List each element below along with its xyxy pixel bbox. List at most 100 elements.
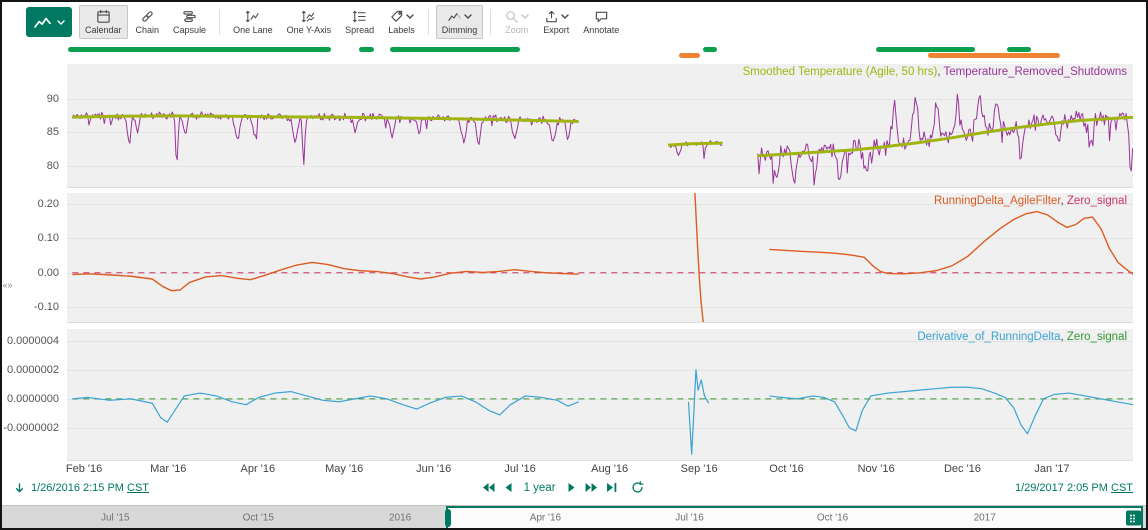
x-axis-label: Feb '16: [66, 463, 102, 475]
dimming-icon: [447, 9, 462, 24]
pan-forward-button[interactable]: [565, 482, 579, 493]
timeline-label: 2017: [974, 513, 996, 524]
timeline-label: Apr '16: [530, 513, 561, 524]
pan-back-button[interactable]: [501, 482, 515, 493]
y-axis-tick: 0.0000002: [7, 364, 59, 376]
legend-item[interactable]: Zero_signal: [1067, 331, 1127, 343]
toolbar-icon-row: [352, 9, 367, 24]
lane-derivative[interactable]: Derivative_of_RunningDelta, Zero_signal …: [67, 329, 1133, 461]
toolbar: Calendar Chain Capsule One Lane One Y-Axis Sp…: [2, 2, 1146, 42]
x-axis-label: Nov '16: [858, 463, 895, 475]
toolbar-button-label: Spread: [345, 25, 374, 35]
pan-back-full-button[interactable]: [480, 482, 497, 493]
green-condition-capsule-segment[interactable]: [703, 47, 717, 52]
toolbar-icon-row: [504, 9, 529, 24]
x-axis-label: Sep '16: [681, 463, 718, 475]
legend-item[interactable]: Smoothed Temperature (Agile, 50 hrs): [743, 66, 938, 78]
display-range-start[interactable]: 1/26/2016 2:15 PM CST: [31, 482, 149, 494]
toolbar-icon-row: [96, 9, 111, 24]
x-axis-label: Jun '16: [416, 463, 451, 475]
legend-item[interactable]: Derivative_of_RunningDelta: [917, 331, 1060, 343]
legend-item[interactable]: Temperature_Removed_Shutdowns: [944, 66, 1127, 78]
auto-update-button[interactable]: [629, 481, 646, 494]
green-condition-capsule-segment[interactable]: [68, 47, 331, 52]
go-to-end-button[interactable]: [604, 482, 620, 493]
lane-legend: Smoothed Temperature (Agile, 50 hrs), Te…: [743, 66, 1127, 78]
investigate-range-icon[interactable]: [14, 482, 25, 494]
duration-label[interactable]: 1 year: [524, 482, 556, 494]
timeline-scrubber[interactable]: Jul '15Oct '152016Apr '16Jul '16Oct '162…: [2, 505, 1146, 530]
display-range-end[interactable]: 1/29/2017 2:05 PM CST: [1015, 482, 1133, 494]
annotate-icon: [594, 9, 609, 24]
timeline-right-handle[interactable]: [1126, 511, 1141, 526]
x-axis-label: Aug '16: [591, 463, 628, 475]
one-lane-icon: [245, 9, 260, 24]
x-axis-labels: Feb '16Mar '16Apr '16May '16Jun '16Jul '…: [67, 463, 1133, 479]
x-axis-label: May '16: [325, 463, 363, 475]
lane-temperature[interactable]: Smoothed Temperature (Agile, 50 hrs), Te…: [67, 64, 1133, 188]
toolbar-button-export[interactable]: Export: [537, 5, 575, 39]
y-axis-tick: 0.20: [38, 198, 59, 210]
x-axis-label: Apr '16: [241, 463, 276, 475]
toolbar-icon-row: [182, 9, 197, 24]
toolbar-icon-row: [245, 9, 260, 24]
panel-collapse-handle[interactable]: «»: [2, 42, 13, 528]
toolbar-button-annotate[interactable]: Annotate: [577, 5, 625, 39]
toolbar-button-calendar[interactable]: Calendar: [79, 5, 128, 39]
lane-plot[interactable]: [67, 329, 1133, 460]
toolbar-separator: [490, 9, 491, 35]
toolbar-button-label: Chain: [136, 25, 160, 35]
toolbar-button-dimming[interactable]: Dimming: [436, 5, 484, 39]
toolbar-button-zoom: Zoom: [498, 5, 535, 39]
legend-item[interactable]: RunningDelta_AgileFilter: [934, 195, 1061, 207]
toolbar-icon-row: [389, 9, 414, 24]
x-axis-label: Dec '16: [944, 463, 981, 475]
toolbar-button-label: Capsule: [173, 25, 206, 35]
toolbar-button-capsule[interactable]: Capsule: [167, 5, 212, 39]
y-axis-tick: 0.0000004: [7, 335, 59, 347]
start-timestamp: 1/26/2016 2:15 PM: [31, 482, 124, 494]
green-condition-capsule-segment[interactable]: [359, 47, 374, 52]
green-condition-capsule-segment[interactable]: [876, 47, 975, 52]
end-timestamp: 1/29/2017 2:05 PM: [1015, 482, 1108, 494]
toolbar-icon-row: [301, 9, 316, 24]
toolbar-icon-row: [544, 9, 569, 24]
line-chart-icon: [33, 14, 53, 30]
toolbar-button-label: Export: [543, 25, 569, 35]
chart-body: «» Smoothed Temperature (Agile, 50 hrs),…: [2, 42, 1146, 528]
toolbar-button-one-lane[interactable]: One Lane: [227, 5, 279, 39]
orange-condition-capsule-segment[interactable]: [928, 53, 1060, 58]
timeline-label: Oct '15: [243, 513, 274, 524]
orange-condition-capsule-segment[interactable]: [679, 53, 700, 58]
end-timezone-link[interactable]: CST: [1111, 482, 1133, 494]
lane-running-delta[interactable]: RunningDelta_AgileFilter, Zero_signal 0.…: [67, 193, 1133, 323]
green-condition-capsule-segment[interactable]: [1007, 47, 1030, 52]
footer-bar: 1/26/2016 2:15 PM CST 1 year 1/29/2017 2…: [2, 482, 1146, 502]
y-axis-tick: 90: [47, 93, 59, 105]
capsule-row-orange: [67, 53, 1133, 58]
green-condition-capsule-segment[interactable]: [390, 47, 520, 52]
timeline-label: 2016: [389, 513, 411, 524]
lane-plot[interactable]: [67, 64, 1133, 187]
toolbar-icon-row: [594, 9, 609, 24]
y-axis-tick: 0.10: [38, 232, 59, 244]
capsule-icon: [182, 9, 197, 24]
y-axis-tick: 80: [47, 160, 59, 172]
lane-plot[interactable]: [67, 193, 1133, 322]
caret-down-icon: [57, 20, 65, 25]
toolbar-button-label: One Y-Axis: [287, 25, 332, 35]
toolbar-buttons: Calendar Chain Capsule One Lane One Y-Axis Sp…: [78, 2, 626, 42]
toolbar-separator: [219, 9, 220, 35]
chart-type-button[interactable]: [26, 7, 72, 37]
y-axis-tick: 0.00: [38, 267, 59, 279]
legend-item[interactable]: Zero_signal: [1067, 195, 1127, 207]
toolbar-button-spread[interactable]: Spread: [339, 5, 380, 39]
toolbar-button-label: Calendar: [85, 25, 122, 35]
timeline-left-handle[interactable]: [445, 509, 451, 527]
pan-forward-full-button[interactable]: [583, 482, 600, 493]
export-icon: [544, 9, 559, 24]
toolbar-button-one-y-axis[interactable]: One Y-Axis: [281, 5, 338, 39]
toolbar-button-labels[interactable]: Labels: [382, 5, 421, 39]
toolbar-button-chain[interactable]: Chain: [130, 5, 166, 39]
start-timezone-link[interactable]: CST: [127, 482, 149, 494]
